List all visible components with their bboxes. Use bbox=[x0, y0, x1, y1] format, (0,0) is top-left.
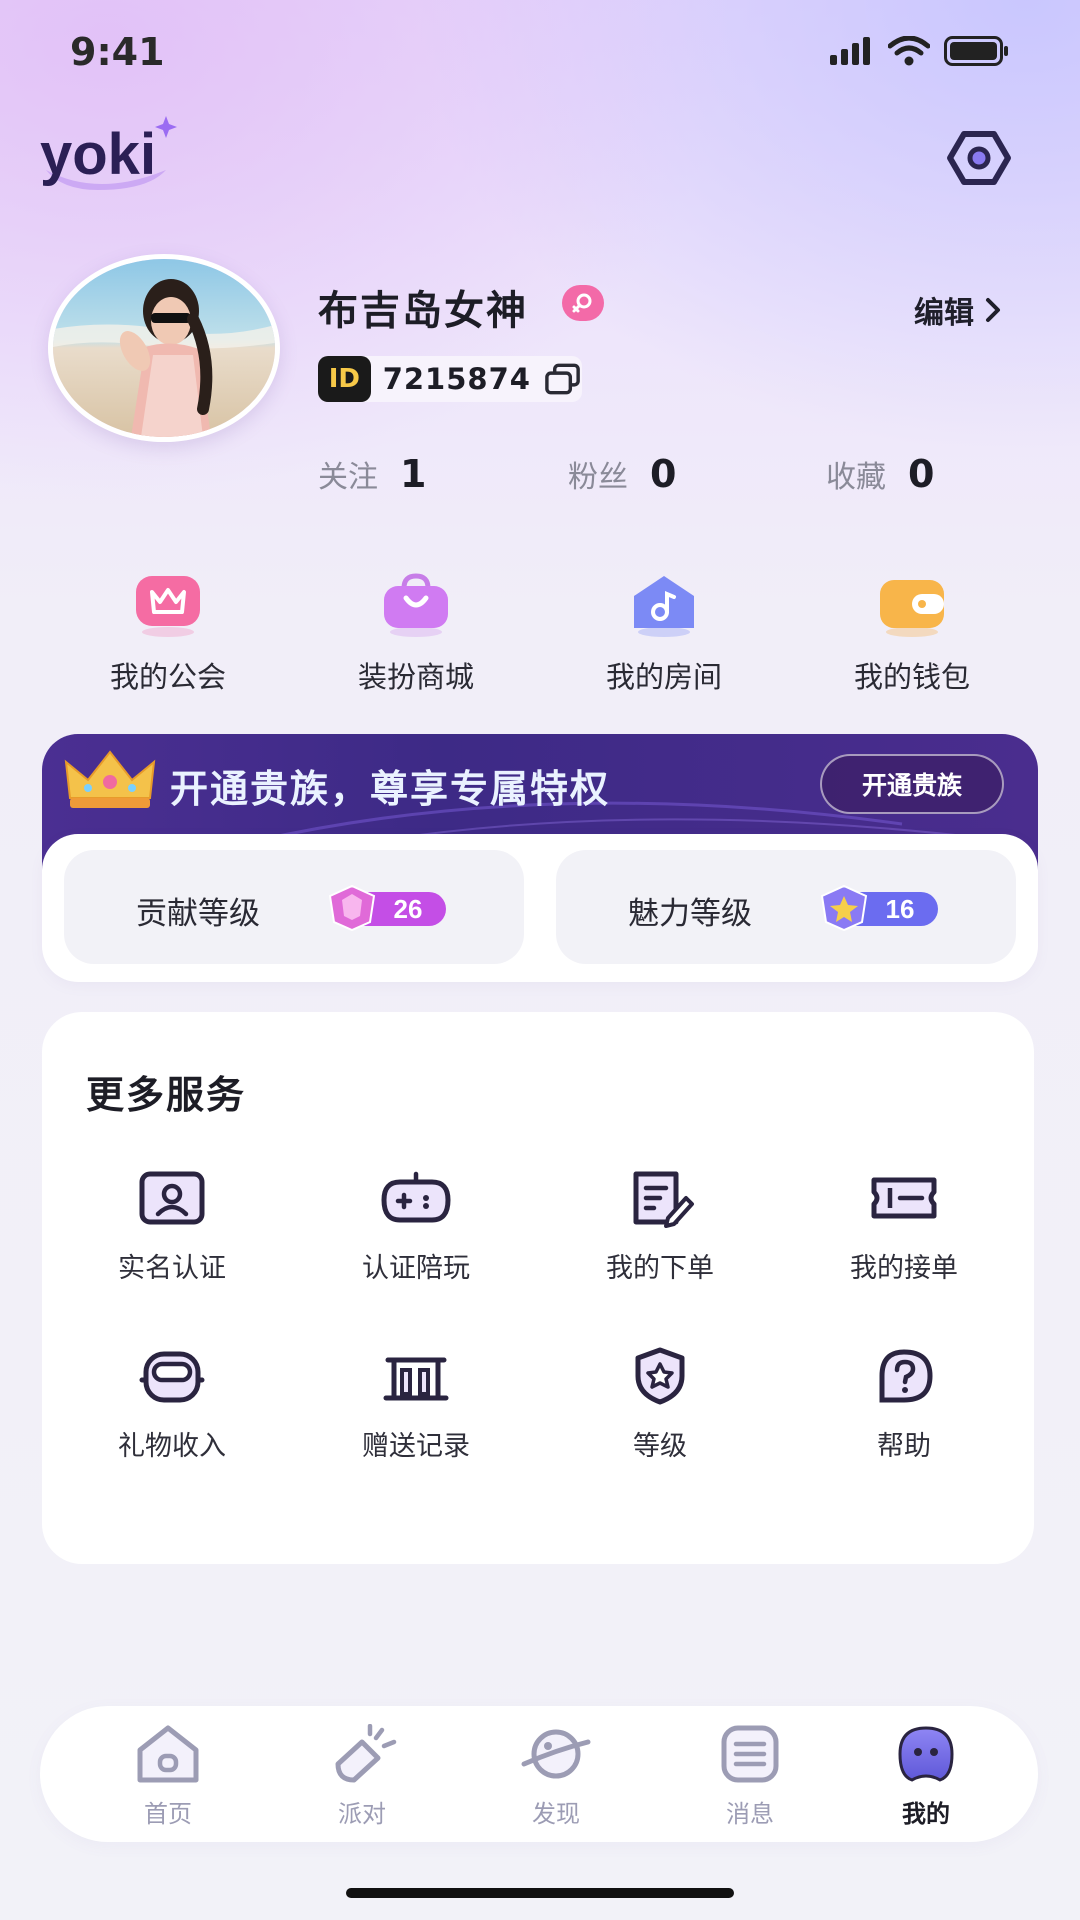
service-help[interactable]: 帮助 bbox=[804, 1346, 1004, 1463]
level-label: 魅力等级 bbox=[628, 896, 752, 932]
profile-stats: 关注 1 粉丝 0 收藏 0 bbox=[318, 452, 978, 502]
crown-icon bbox=[136, 576, 200, 637]
music-house-icon bbox=[634, 576, 694, 637]
wifi-icon bbox=[888, 36, 930, 66]
stat-value: 0 bbox=[650, 452, 677, 496]
services-title: 更多服务 bbox=[86, 1073, 247, 1117]
planet-icon bbox=[521, 1729, 591, 1779]
gift-box-icon bbox=[139, 1351, 205, 1403]
avatar-photo bbox=[53, 259, 275, 437]
order-edit-icon bbox=[633, 1171, 694, 1228]
stat-value: 0 bbox=[908, 452, 935, 496]
stat-label: 收藏 bbox=[826, 460, 886, 495]
stat-favorites[interactable]: 收藏 0 bbox=[826, 452, 934, 496]
tab-discover[interactable]: 发现 bbox=[496, 1724, 616, 1829]
wallet-icon bbox=[880, 580, 944, 637]
home-indicator bbox=[346, 1888, 734, 1898]
quick-action-label: 我的钱包 bbox=[853, 660, 970, 694]
level-label: 贡献等级 bbox=[136, 896, 260, 932]
stat-label: 粉丝 bbox=[568, 460, 628, 495]
vip-title: 开通贵族，尊享专属特权 bbox=[170, 767, 611, 811]
quick-action-guild[interactable]: 我的公会 bbox=[68, 570, 268, 696]
tab-messages[interactable]: 消息 bbox=[690, 1724, 810, 1829]
settings-icon[interactable] bbox=[946, 130, 1012, 186]
charm-level[interactable]: 魅力等级 16 bbox=[556, 850, 1016, 964]
service-label: 赠送记录 bbox=[362, 1431, 470, 1462]
status-time: 9:41 bbox=[70, 30, 165, 74]
status-icons bbox=[830, 36, 1010, 66]
ticket-icon bbox=[871, 1177, 937, 1219]
tab-label: 我的 bbox=[902, 1800, 950, 1828]
service-label: 实名认证 bbox=[118, 1253, 226, 1284]
service-my-accepted[interactable]: 我的接单 bbox=[804, 1168, 1004, 1285]
quick-action-room[interactable]: 我的房间 bbox=[564, 570, 764, 696]
copy-icon[interactable] bbox=[543, 363, 582, 395]
quick-action-wallet[interactable]: 我的钱包 bbox=[812, 570, 1012, 696]
bottom-tab-bar: 首页 派对 发现 消息 我的 bbox=[40, 1706, 1038, 1842]
level-value: 16 bbox=[886, 894, 915, 924]
service-my-orders[interactable]: 我的下单 bbox=[560, 1168, 760, 1285]
more-services-panel: 更多服务 实名认证 认证陪玩 我的下单 我的接单 礼物收入 赠送记录 等级 帮助 bbox=[42, 1012, 1034, 1564]
tab-home[interactable]: 首页 bbox=[108, 1724, 228, 1829]
service-real-name[interactable]: 实名认证 bbox=[72, 1168, 272, 1285]
female-icon bbox=[572, 293, 592, 313]
service-gift-income[interactable]: 礼物收入 bbox=[72, 1346, 272, 1463]
vip-crown-icon bbox=[64, 750, 156, 808]
quick-action-label: 装扮商城 bbox=[357, 660, 474, 694]
service-label: 礼物收入 bbox=[118, 1431, 226, 1462]
stat-value: 1 bbox=[400, 452, 427, 496]
quick-action-label: 我的公会 bbox=[109, 660, 226, 694]
tab-mine[interactable]: 我的 bbox=[866, 1724, 986, 1829]
quick-action-label: 我的房间 bbox=[605, 660, 722, 694]
shopping-bag-icon bbox=[384, 573, 448, 637]
vip-open-button[interactable]: 开通贵族 bbox=[820, 754, 1004, 814]
service-gift-records[interactable]: 赠送记录 bbox=[316, 1346, 516, 1463]
profile-icon bbox=[898, 1726, 954, 1782]
help-icon bbox=[879, 1349, 933, 1403]
yoki-logo-icon: yoki bbox=[40, 116, 177, 190]
message-icon bbox=[721, 1725, 779, 1783]
service-label: 等级 bbox=[633, 1431, 687, 1462]
edit-profile-link[interactable]: 编辑 bbox=[914, 288, 1002, 332]
id-number: 7215874 bbox=[382, 362, 531, 396]
stat-following[interactable]: 关注 1 bbox=[318, 452, 426, 496]
gender-female-badge bbox=[562, 285, 604, 321]
service-label: 认证陪玩 bbox=[362, 1253, 470, 1284]
username: 布吉岛女神 bbox=[318, 288, 528, 334]
stat-fans[interactable]: 粉丝 0 bbox=[568, 452, 676, 496]
tab-label: 消息 bbox=[726, 1800, 774, 1828]
level-value: 26 bbox=[394, 894, 423, 924]
logo-text: yoki bbox=[40, 122, 156, 187]
signal-icon bbox=[830, 37, 870, 65]
service-label: 我的下单 bbox=[606, 1253, 714, 1284]
service-label: 我的接单 bbox=[850, 1253, 958, 1284]
service-certified-companion[interactable]: 认证陪玩 bbox=[316, 1168, 516, 1285]
stat-label: 关注 bbox=[318, 460, 378, 495]
quick-action-shop[interactable]: 装扮商城 bbox=[316, 570, 516, 696]
tab-party[interactable]: 派对 bbox=[302, 1723, 422, 1829]
shield-star-icon bbox=[635, 1347, 685, 1405]
service-level[interactable]: 等级 bbox=[560, 1346, 760, 1463]
avatar[interactable] bbox=[48, 254, 280, 442]
edit-label: 编辑 bbox=[914, 296, 974, 331]
charm-level-badge: 16 bbox=[820, 884, 938, 932]
tab-label: 首页 bbox=[144, 1800, 192, 1828]
party-icon bbox=[335, 1723, 397, 1783]
user-id-pill: ID 7215874 bbox=[318, 356, 582, 402]
record-building-icon bbox=[383, 1357, 449, 1401]
level-card: 贡献等级 26 魅力等级 16 bbox=[42, 834, 1038, 982]
app-logo: yoki bbox=[38, 112, 178, 202]
tab-label: 发现 bbox=[532, 1800, 580, 1828]
contribution-level[interactable]: 贡献等级 26 bbox=[64, 850, 524, 964]
chevron-right-icon bbox=[986, 298, 1000, 322]
id-card-icon bbox=[139, 1171, 205, 1225]
contribution-level-badge: 26 bbox=[328, 884, 446, 932]
battery-icon bbox=[944, 36, 1008, 66]
tab-label: 派对 bbox=[338, 1800, 386, 1828]
service-label: 帮助 bbox=[877, 1431, 931, 1462]
gamepad-icon bbox=[381, 1171, 451, 1223]
home-icon bbox=[137, 1725, 199, 1783]
id-tag: ID bbox=[318, 356, 371, 402]
